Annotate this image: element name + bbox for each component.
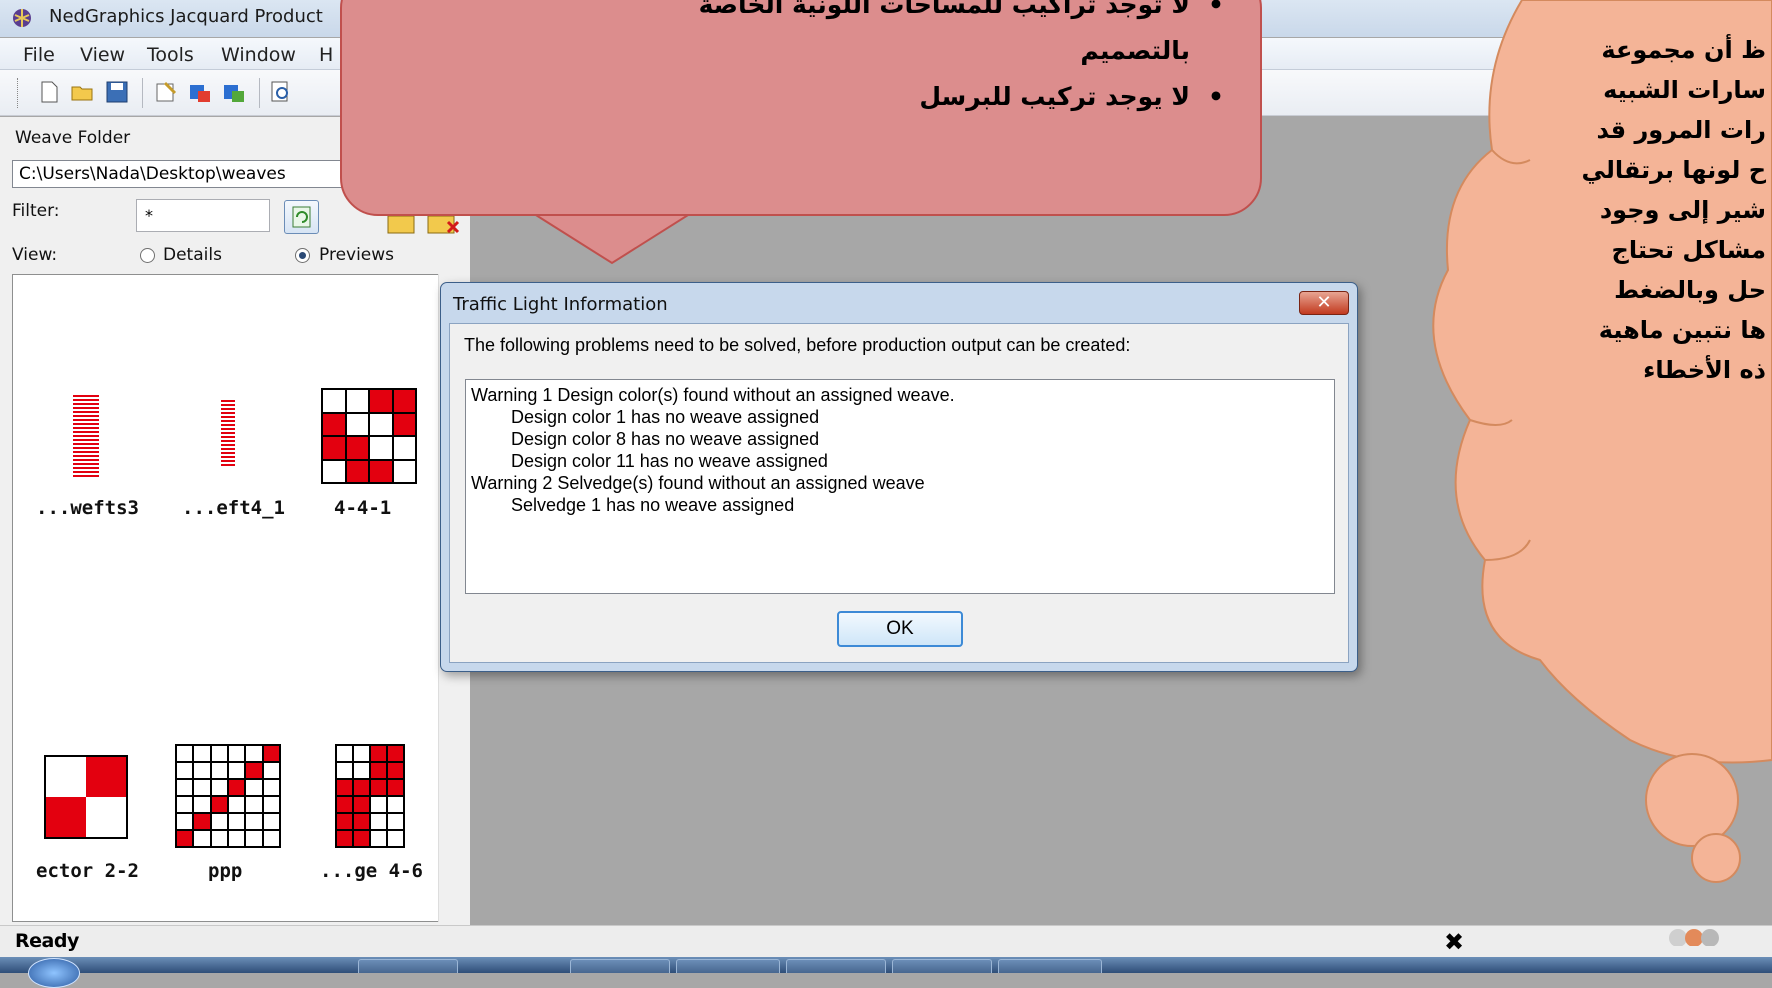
weave-preview-image: [221, 400, 235, 468]
taskbar-button[interactable]: [786, 959, 886, 973]
cloud-line: ذه الأخطاء: [1643, 356, 1766, 384]
problem-line: Design color 11 has no weave assigned: [511, 451, 828, 471]
thumbnail-caption: ppp: [208, 860, 243, 882]
thumbnail-caption: ector 2-2: [36, 860, 139, 882]
taskbar-button[interactable]: [570, 959, 670, 973]
start-button[interactable]: [28, 958, 80, 988]
taskbar-button[interactable]: [892, 959, 992, 973]
traffic-light-dialog: Traffic Light Information ✕ The followin…: [440, 282, 1358, 672]
taskbar-button[interactable]: [358, 959, 458, 973]
weave-preview-image: [175, 744, 281, 848]
dialog-body: The following problems need to be solved…: [449, 323, 1349, 663]
thumbnail-caption: ...eft4_1: [182, 497, 285, 519]
callout-line: لا يوجد تركيب للبرسل: [699, 74, 1224, 120]
problems-list[interactable]: Warning 1 Design color(s) found without …: [465, 379, 1335, 594]
taskbar-button[interactable]: [676, 959, 780, 973]
problem-line: Selvedge 1 has no weave assigned: [511, 495, 795, 515]
problem-line: Warning 2 Selvedge(s) found without an a…: [471, 473, 925, 493]
taskbar: [0, 957, 1772, 988]
taskbar-button[interactable]: [998, 959, 1102, 973]
tray-indicator-icon: [1669, 929, 1719, 946]
status-text: Ready: [15, 930, 79, 952]
problem-line: Design color 8 has no weave assigned: [511, 429, 820, 449]
weave-preview-image: [44, 755, 128, 839]
traffic-light-error-icon[interactable]: ✖: [1444, 928, 1464, 956]
callout-text: لا توجد تراكيب للمساحات اللونية الخاصة ب…: [699, 0, 1225, 120]
callout-line: لا توجد تراكيب للمساحات اللونية الخاصة: [699, 0, 1225, 28]
weave-preview-image: [73, 395, 99, 477]
status-bar: Ready ✖: [0, 925, 1772, 957]
ok-button[interactable]: OK: [837, 611, 963, 647]
dialog-message: The following problems need to be solved…: [464, 335, 1131, 355]
weave-preview-image: [335, 744, 405, 848]
problem-line: Design color 1 has no weave assigned: [511, 407, 820, 427]
thumbnail-caption: 4-4-1: [334, 497, 392, 519]
callout-box: لا توجد تراكيب للمساحات اللونية الخاصة ب…: [340, 0, 1262, 216]
callout-line: بالتصميم: [1080, 36, 1190, 65]
thumbnail-caption: ...ge 4-6: [320, 860, 423, 882]
thumbnail-caption: ...wefts3: [36, 497, 139, 519]
cloud-line: ها نتبين ماهية: [1598, 316, 1766, 344]
problem-line: Warning 1 Design color(s) found without …: [471, 385, 955, 405]
weave-preview-image: [321, 388, 417, 484]
